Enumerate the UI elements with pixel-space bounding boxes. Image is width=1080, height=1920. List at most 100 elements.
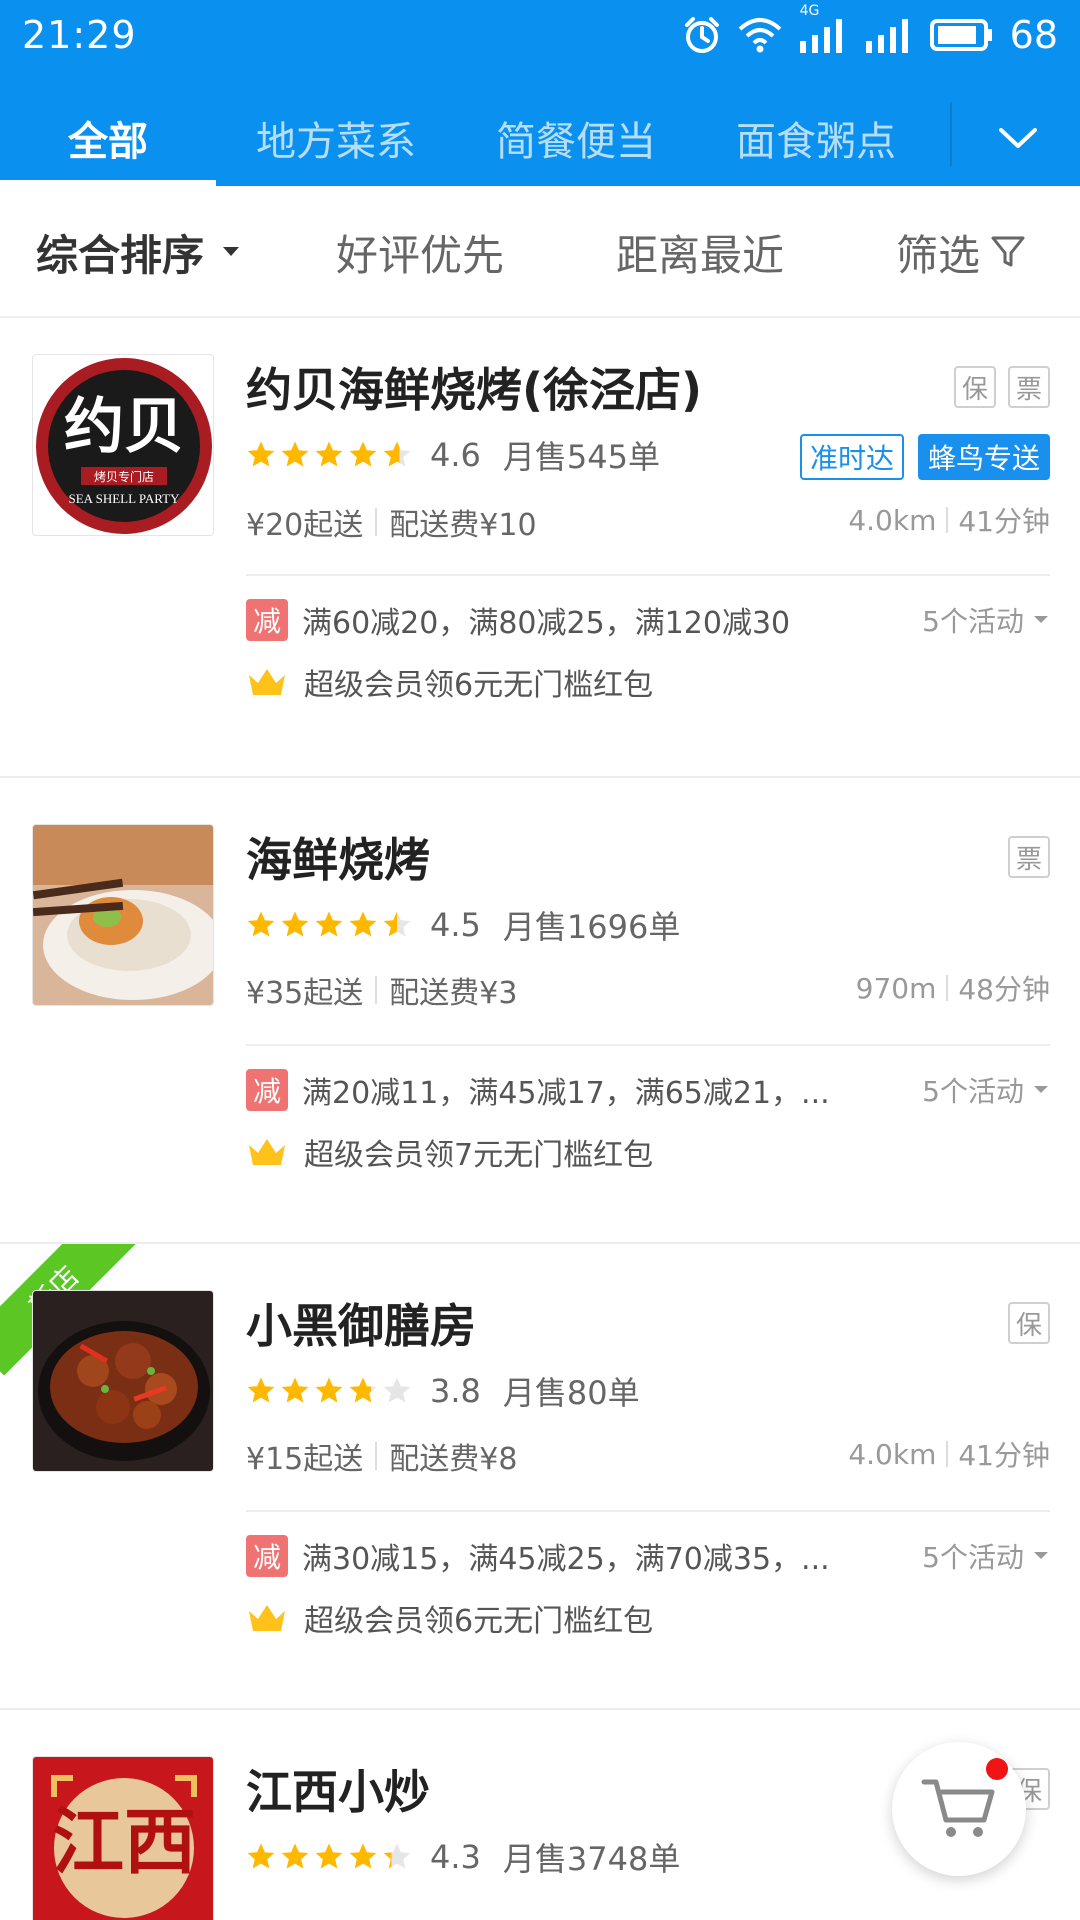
activities-toggle[interactable]: 5个活动 <box>922 600 1050 640</box>
store-logo: 约贝 烤贝专门店 SEA SHELL PARTY <box>32 354 214 536</box>
sort-bar: 综合排序 好评优先 距离最近 筛选 <box>0 186 1080 318</box>
vip-text: 超级会员领7元无门槛红包 <box>304 1138 654 1173</box>
rating-score: 4.6 <box>430 436 481 474</box>
vip-text: 超级会员领6元无门槛红包 <box>304 1604 654 1639</box>
sort-comprehensive[interactable]: 综合排序 <box>36 186 242 318</box>
store-name: 小黑御膳房 <box>246 1299 476 1353</box>
star-icon <box>281 911 309 937</box>
guarantee-badge: 保 <box>1008 1302 1050 1344</box>
sort-rating-first[interactable]: 好评优先 <box>336 186 504 318</box>
category-tabs: 全部 地方菜系 简餐便当 面食粥点 <box>0 90 1080 186</box>
store-tags: 票 <box>1008 836 1050 878</box>
star-icon <box>349 1377 377 1403</box>
activities-count: 5个活动 <box>922 1075 1024 1108</box>
star-icon <box>315 911 343 937</box>
order-info: ¥20起送 配送费¥10 <box>246 500 537 544</box>
filter-button[interactable]: 筛选 <box>896 186 1026 318</box>
caret-down-icon <box>223 247 240 256</box>
separator <box>946 507 949 533</box>
expand-tabs-button[interactable] <box>990 110 1046 166</box>
rating-row: 4.6 月售545单 <box>246 430 660 480</box>
star-icon <box>349 1843 377 1869</box>
caret-down-icon <box>1034 616 1048 623</box>
order-info: ¥15起送 配送费¥8 <box>246 1434 517 1478</box>
guarantee-badge: 保 <box>954 366 996 408</box>
star-icon <box>315 1377 343 1403</box>
monthly-sales: 月售3748单 <box>502 1840 681 1878</box>
distance-info: 4.0km 41分钟 <box>848 1434 1050 1474</box>
delivery-time: 41分钟 <box>958 505 1050 538</box>
tab-divider <box>950 102 952 166</box>
shopping-cart-button[interactable] <box>892 1742 1026 1876</box>
activities-toggle[interactable]: 5个活动 <box>922 1070 1050 1110</box>
distance: 4.0km <box>848 503 937 537</box>
rating-score: 3.8 <box>430 1372 481 1410</box>
cellular-4g-icon: 4G <box>798 3 848 55</box>
star-icon <box>281 1377 309 1403</box>
rating-row: 4.3 月售3748单 <box>246 1832 680 1882</box>
status-time: 21:29 <box>22 13 137 57</box>
divider <box>246 574 1050 576</box>
store-photo <box>32 824 214 1006</box>
activities-count: 5个活动 <box>922 1541 1024 1574</box>
store-card[interactable]: 新店 小黑御膳房 保 3.8 月售80单 ¥15起送 配送费¥8 4.0km <box>0 1244 1080 1710</box>
tab-label: 面食粥点 <box>736 119 896 165</box>
discount-badge: 减 <box>246 599 288 641</box>
distance: 970m <box>855 971 937 1005</box>
promo-row[interactable]: 减 满60减20，满80减25，满120减30 5个活动 <box>246 598 1050 642</box>
tab-simple-meals[interactable]: 简餐便当 <box>456 90 696 186</box>
store-name: 约贝海鲜烧烤(徐泾店) <box>246 363 703 417</box>
separator <box>946 1441 949 1467</box>
store-card[interactable]: 约贝 烤贝专门店 SEA SHELL PARTY 约贝海鲜烧烤(徐泾店) 保 票… <box>0 318 1080 778</box>
delivery-time: 41分钟 <box>958 1439 1050 1472</box>
battery-icon <box>929 19 992 51</box>
caret-down-icon <box>1034 1086 1048 1093</box>
order-info: ¥35起送 配送费¥3 <box>246 968 517 1012</box>
tab-all[interactable]: 全部 <box>0 90 216 186</box>
divider <box>246 1044 1050 1046</box>
star-icon <box>383 1843 411 1869</box>
tab-noodles-porridge[interactable]: 面食粥点 <box>696 90 936 186</box>
sort-nearest[interactable]: 距离最近 <box>616 186 784 318</box>
star-icon <box>315 441 343 467</box>
logo-text: 江西 <box>52 1803 196 1883</box>
filter-funnel-icon <box>991 236 1025 267</box>
delivery-time: 48分钟 <box>958 973 1050 1006</box>
cart-icon <box>921 1779 995 1837</box>
signal-icon <box>865 19 908 53</box>
tab-regional-cuisine[interactable]: 地方菜系 <box>216 90 456 186</box>
promo-row[interactable]: 减 满30减15，满45减25，满70减35，... 5个活动 <box>246 1534 1050 1578</box>
promo-text: 满60减20，满80减25，满120减30 <box>302 606 791 641</box>
separator <box>375 508 378 536</box>
star-icon <box>315 1843 343 1869</box>
promo-row[interactable]: 减 满20减11，满45减17，满65减21，... 5个活动 <box>246 1068 1050 1112</box>
status-icons: 4G 68 <box>682 3 1058 57</box>
divider <box>246 1510 1050 1512</box>
distance-info: 970m 48分钟 <box>856 968 1050 1008</box>
vip-text: 超级会员领6元无门槛红包 <box>304 668 654 703</box>
sort-label: 综合排序 <box>36 230 205 280</box>
tab-label: 全部 <box>68 119 148 165</box>
promo-text: 满20减11，满45减17，满65减21，... <box>302 1076 830 1111</box>
min-order: ¥20起送 <box>246 508 364 543</box>
star-icon <box>281 441 309 467</box>
rating-row: 4.5 月售1696单 <box>246 900 680 950</box>
star-rating <box>246 910 412 940</box>
star-icon <box>383 911 411 937</box>
rating-score: 4.5 <box>430 906 481 944</box>
star-icon <box>247 911 275 937</box>
separator <box>946 975 949 1001</box>
delivery-badges: 准时达 蜂鸟专送 <box>799 434 1050 480</box>
delivery-fee: 配送费¥3 <box>389 976 518 1011</box>
store-name: 江西小炒 <box>246 1765 430 1819</box>
fengniao-delivery-badge: 蜂鸟专送 <box>917 434 1050 480</box>
store-card[interactable]: 海鲜烧烤 票 4.5 月售1696单 ¥35起送 配送费¥3 970m 48分钟… <box>0 778 1080 1244</box>
vip-row: 超级会员领6元无门槛红包 <box>246 1596 653 1640</box>
tab-label: 简餐便当 <box>496 119 656 165</box>
activities-toggle[interactable]: 5个活动 <box>922 1536 1050 1576</box>
on-time-badge: 准时达 <box>799 434 904 480</box>
star-icon <box>383 1377 411 1403</box>
star-rating <box>246 1842 412 1872</box>
star-icon <box>349 911 377 937</box>
separator <box>375 976 378 1004</box>
